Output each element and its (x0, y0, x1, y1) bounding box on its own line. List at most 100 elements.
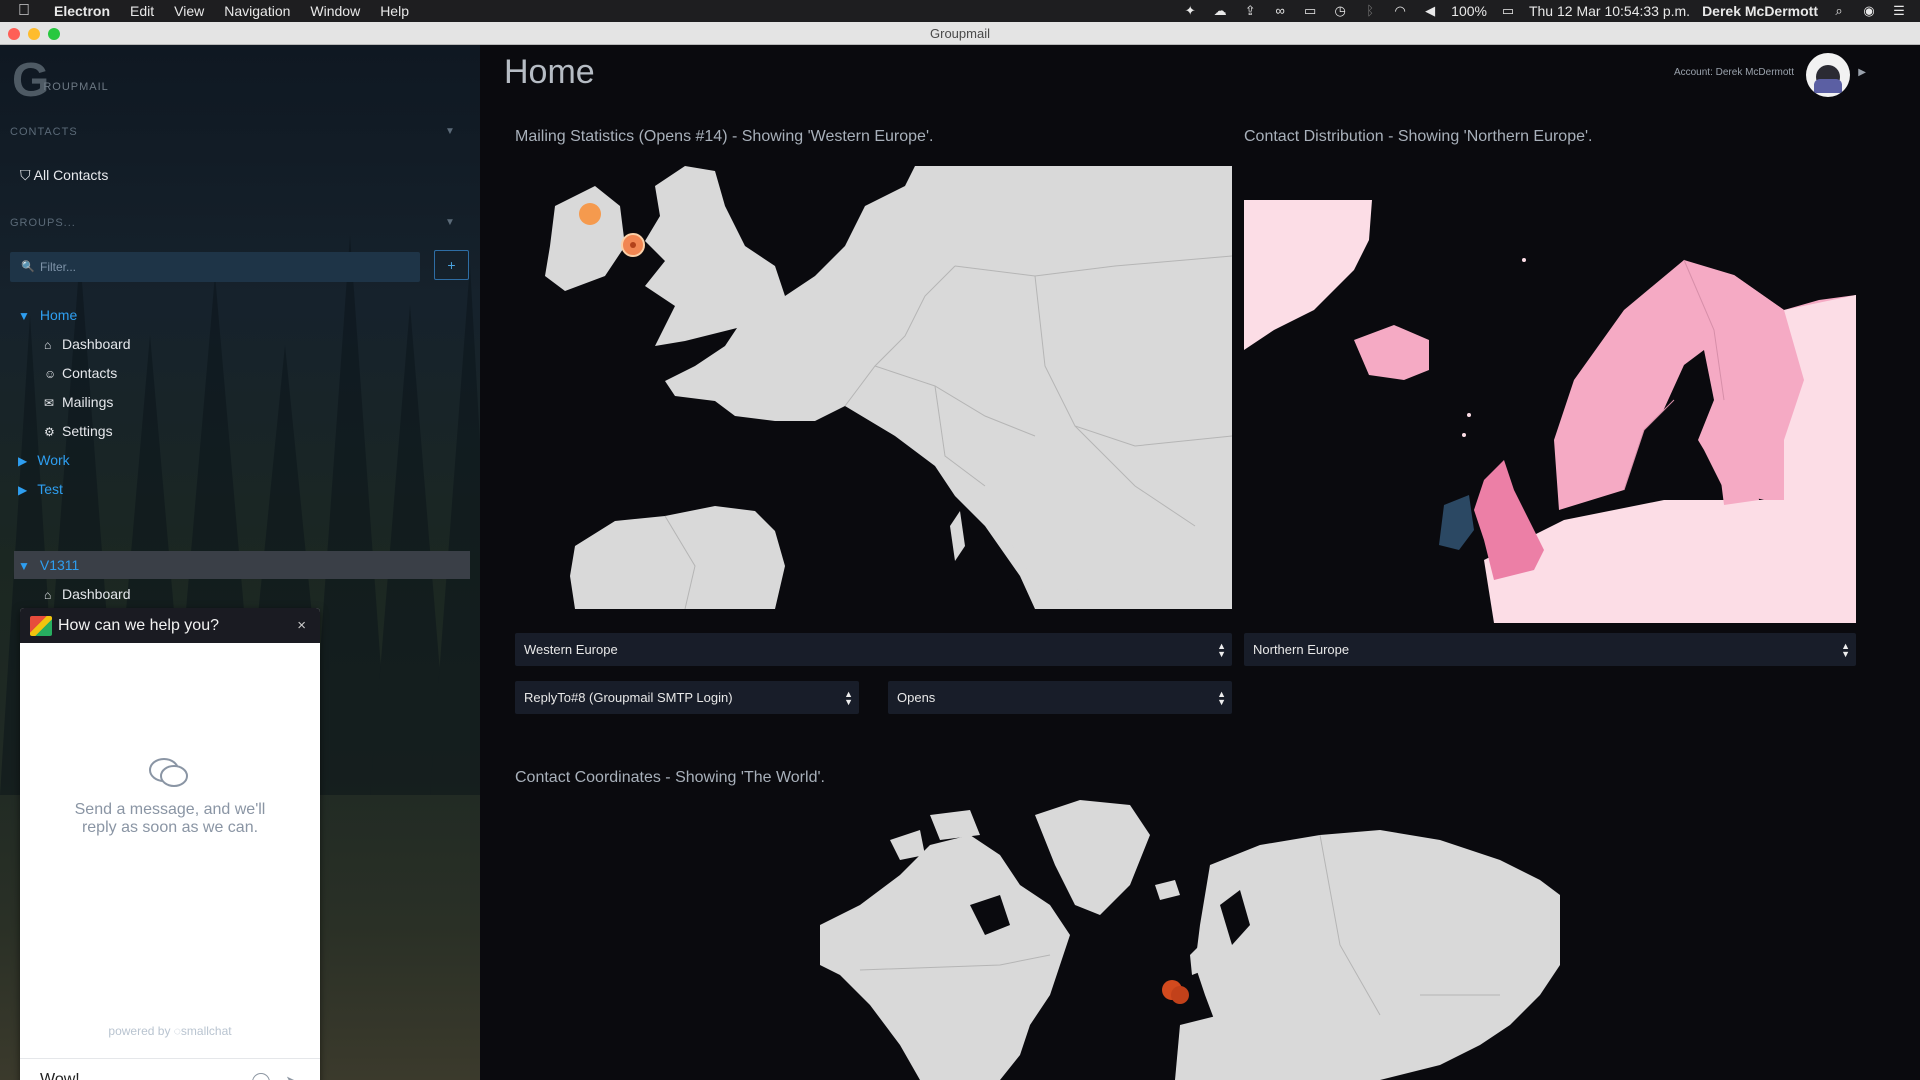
chat-widget: How can we help you? × Send a message, a… (20, 608, 320, 1080)
chat-header: How can we help you? × (20, 608, 320, 643)
window-titlebar: Groupmail (0, 22, 1920, 45)
select-caret-icon: ▲ ▼ (1217, 641, 1226, 659)
great-britain (645, 166, 785, 346)
tree-item-v1311[interactable]: ▼ V1311 (18, 554, 79, 576)
region-select-right[interactable]: Northern Europe ▲ ▼ (1244, 633, 1856, 666)
tree-item-settings[interactable]: ⚙ Settings (44, 420, 113, 442)
select-caret-icon: ▲ ▼ (844, 689, 853, 707)
battery-percent: 100% (1451, 3, 1487, 19)
tree-item-mailings[interactable]: ✉ Mailings (44, 391, 113, 413)
groupmail-logo: G ROUPMAIL (12, 54, 109, 107)
groups-header[interactable]: GROUPS... ▼ (10, 217, 455, 229)
search-icon: 🔍 (21, 261, 35, 273)
tree-item-home[interactable]: ▼ Home (18, 304, 77, 326)
baltic-states (1719, 460, 1759, 505)
user-name[interactable]: Derek McDermott (1702, 3, 1818, 19)
ireland (1439, 495, 1474, 550)
western-europe-map[interactable] (515, 166, 1232, 609)
account-menu-arrow-icon[interactable]: ▶ (1858, 67, 1866, 78)
iberia (570, 506, 785, 609)
close-icon[interactable]: × (297, 608, 306, 643)
bluetooth-icon[interactable]: ᛒ (1361, 4, 1379, 18)
select-caret-icon: ▲ ▼ (1217, 689, 1226, 707)
add-group-button[interactable]: + (434, 250, 469, 280)
selected-row-highlight (14, 551, 470, 579)
emoji-icon[interactable] (252, 1073, 270, 1080)
sidebar: G ROUPMAIL CONTACTS ▼ ⛉ All Contacts GROUP… (0, 45, 480, 1080)
powered-by[interactable]: powered by ◌smallchat (20, 1024, 320, 1038)
home-icon: ⌂ (44, 338, 52, 352)
chat-bubbles-icon (149, 758, 188, 787)
select-caret-icon: ▲ ▼ (1841, 641, 1850, 659)
chat-input[interactable]: Wow! (40, 1071, 80, 1080)
users-icon: ☺ (44, 367, 57, 381)
menu-navigation[interactable]: Navigation (224, 3, 290, 19)
airplay-icon[interactable]: ▭ (1301, 4, 1319, 18)
spotlight-search-icon[interactable]: ⌕ (1830, 4, 1848, 18)
world-map[interactable] (820, 795, 1560, 1080)
triangle-down-icon: ▼ (18, 309, 30, 323)
tree-item-work[interactable]: ▶ Work (18, 449, 70, 471)
tree-item-v1311-dashboard[interactable]: ⌂ Dashboard (44, 583, 131, 605)
menu-view[interactable]: View (174, 3, 204, 19)
window-title: Groupmail (930, 26, 990, 41)
triangle-right-icon: ▶ (18, 454, 28, 468)
upload-icon[interactable]: ⇪ (1241, 4, 1259, 18)
chat-empty-message: Send a message, and we'll reply as soon … (74, 801, 266, 836)
zoom-window-button[interactable] (48, 28, 60, 40)
siri-icon[interactable]: ◉ (1860, 4, 1878, 18)
avatar[interactable] (1806, 53, 1850, 97)
menu-window[interactable]: Window (310, 3, 360, 19)
continental-europe (1484, 500, 1856, 623)
coordinates-title: Contact Coordinates - Showing 'The World… (515, 769, 825, 786)
wifi-icon[interactable]: ◠ (1391, 4, 1409, 18)
filter-input[interactable]: 🔍 Filter... (10, 252, 420, 282)
glasses-icon[interactable]: ∞ (1271, 4, 1289, 18)
corsica (950, 511, 965, 561)
ireland (545, 186, 625, 291)
tree-item-contacts[interactable]: ☺ Contacts (44, 362, 117, 384)
contacts-header[interactable]: CONTACTS ▼ (10, 126, 455, 138)
map-marker (1171, 986, 1189, 1004)
macos-menubar:  Electron Edit View Navigation Window H… (0, 0, 1920, 22)
apple-icon[interactable]:  (18, 2, 40, 20)
chevron-down-icon: ▼ (445, 217, 456, 228)
battery-icon[interactable]: ▭ (1499, 4, 1517, 18)
triangle-right-icon: ▶ (18, 483, 28, 497)
home-icon: ⌂ (44, 588, 52, 602)
all-contacts-item[interactable]: ⛉ All Contacts (20, 167, 108, 184)
map-marker (579, 203, 601, 225)
volume-icon[interactable]: ◀ (1421, 4, 1439, 18)
menu-app[interactable]: Electron (54, 3, 110, 19)
chevron-down-icon: ▼ (445, 126, 456, 137)
envelope-icon: ✉ (44, 396, 55, 410)
distribution-title: Contact Distribution - Showing 'Northern… (1244, 128, 1593, 145)
mailing-stats-title: Mailing Statistics (Opens #14) - Showing… (515, 128, 934, 145)
cloud-icon[interactable]: ☁ (1211, 4, 1229, 18)
menu-help[interactable]: Help (380, 3, 409, 19)
menu-edit[interactable]: Edit (130, 3, 154, 19)
dropbox-icon[interactable]: ✦ (1181, 4, 1199, 18)
notification-center-icon[interactable]: ☰ (1890, 4, 1908, 18)
triangle-down-icon: ▼ (18, 559, 30, 573)
minimize-window-button[interactable] (28, 28, 40, 40)
main-content: Home Account: Derek McDermott ▶ Mailing … (480, 45, 1920, 1080)
tree-item-dashboard[interactable]: ⌂ Dashboard (44, 333, 131, 355)
filter-icon: ⛉ (20, 167, 31, 183)
tree-item-test[interactable]: ▶ Test (18, 478, 63, 500)
clock[interactable]: Thu 12 Mar 10:54:33 p.m. (1529, 3, 1690, 19)
account-label[interactable]: Account: Derek McDermott (1674, 67, 1794, 78)
smallchat-logo-icon (30, 616, 52, 636)
greenland (1035, 800, 1150, 915)
region-select-left[interactable]: Western Europe ▲ ▼ (515, 633, 1232, 666)
metric-select[interactable]: Opens ▲ ▼ (888, 681, 1232, 714)
close-window-button[interactable] (8, 28, 20, 40)
northern-europe-map[interactable] (1244, 200, 1856, 623)
reply-to-select[interactable]: ReplyTo#8 (Groupmail SMTP Login) ▲ ▼ (515, 681, 859, 714)
time-machine-icon[interactable]: ◷ (1331, 4, 1349, 18)
send-icon[interactable]: ➤ (285, 1072, 300, 1080)
chat-input-bar: Wow! ➤ (20, 1058, 320, 1080)
page-title: Home (504, 53, 595, 91)
chat-title: How can we help you? (58, 617, 219, 634)
iceland (1354, 325, 1429, 380)
